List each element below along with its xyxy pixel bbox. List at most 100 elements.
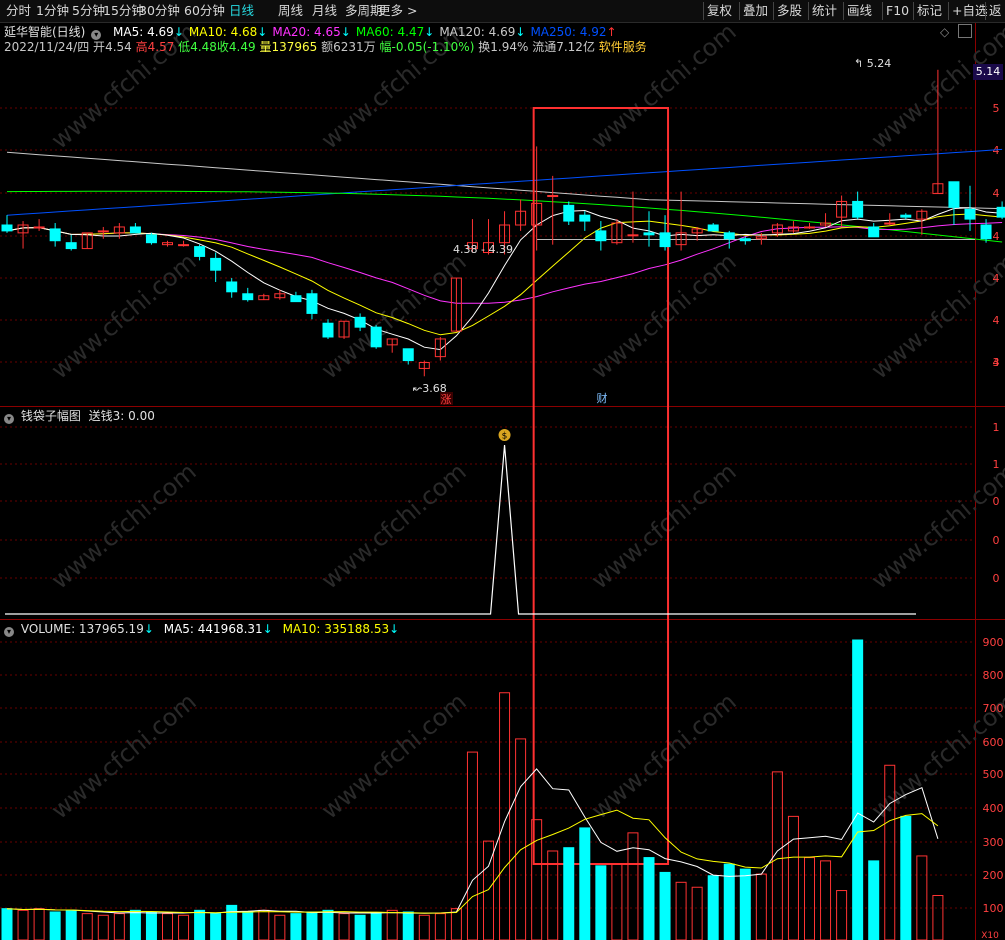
volume-bar bbox=[1, 908, 13, 940]
watermark-text: www.cfchi.com bbox=[46, 687, 202, 824]
volume-bar bbox=[595, 865, 607, 940]
period-tab-5[interactable]: 60分钟 bbox=[184, 3, 225, 19]
ma-legend-item-4: MA120: 4.69 bbox=[439, 25, 516, 39]
candle-body bbox=[1, 224, 13, 232]
info-vol: 137965 bbox=[271, 40, 318, 54]
cai-mark: 财 bbox=[597, 391, 608, 405]
gap-annotation: 4.38 - 4.39 bbox=[453, 243, 513, 256]
high-annotation: ↰ 5.24 bbox=[854, 57, 891, 70]
period-tab-6[interactable]: 日线 bbox=[229, 3, 254, 19]
volume-bar bbox=[290, 913, 302, 940]
volume-bar bbox=[434, 913, 446, 940]
volume-bar bbox=[162, 913, 173, 940]
toolbar-separator bbox=[739, 2, 740, 20]
toolbar-separator bbox=[773, 2, 774, 20]
toolbar-separator bbox=[843, 2, 844, 20]
period-tab-3[interactable]: 15分钟 bbox=[103, 3, 144, 19]
volume-bar bbox=[242, 911, 254, 940]
toolbar-button-2[interactable]: 多股 bbox=[777, 3, 802, 19]
period-tab-10[interactable]: 更多 > bbox=[378, 3, 417, 19]
toolbar-button-8[interactable]: 返 bbox=[989, 3, 1002, 19]
toolbar-button-7[interactable]: +自选 bbox=[952, 3, 987, 19]
toolbar-button-3[interactable]: 统计 bbox=[812, 3, 837, 19]
volume-label[interactable]: VOLUME: 137965.19 bbox=[21, 622, 144, 636]
price-axis-label: 4 bbox=[993, 144, 1000, 157]
candle-body bbox=[306, 293, 318, 314]
info-date: 2022/11/24/四 bbox=[4, 40, 90, 54]
price-axis-label: 4 bbox=[993, 314, 1000, 327]
candle-body bbox=[547, 195, 559, 198]
period-tab-2[interactable]: 5分钟 bbox=[72, 3, 105, 19]
volume-ma5-arrow: ↓ bbox=[262, 622, 273, 636]
candle-body bbox=[964, 208, 976, 220]
indicator-title[interactable]: 钱袋子幅图 bbox=[21, 409, 81, 423]
candle-body bbox=[65, 242, 77, 250]
info-low: 4.48 bbox=[190, 40, 217, 54]
zhang-mark: 涨 bbox=[441, 393, 452, 406]
window-square-icon[interactable] bbox=[958, 24, 972, 38]
candle-body bbox=[884, 222, 896, 225]
volume-bar bbox=[643, 857, 655, 940]
price-axis-label: 4 bbox=[993, 187, 1000, 200]
candle-body bbox=[194, 246, 206, 257]
ma-legend-item-3: MA60: 4.47 bbox=[355, 25, 425, 39]
candle-body bbox=[804, 226, 815, 229]
volume-bar bbox=[258, 909, 270, 940]
stock-chart-window: www.cfchi.com www.cfchi.com www.cfchi.com w… bbox=[0, 0, 1005, 940]
period-tab-4[interactable]: 30分钟 bbox=[139, 3, 180, 19]
toolbar-button-4[interactable]: 画线 bbox=[847, 3, 872, 19]
toolbar-button-0[interactable]: 复权 bbox=[707, 3, 732, 19]
ma-legend-arrow-0: ↓ bbox=[173, 25, 184, 39]
volume-ma10: MA10: 335188.53 bbox=[282, 622, 390, 636]
toolbar-separator bbox=[948, 2, 949, 20]
info-low-label: 低 bbox=[178, 40, 191, 54]
ma-legend-arrow-1: ↓ bbox=[257, 25, 268, 39]
toolbar-button-5[interactable]: F10 bbox=[886, 3, 909, 19]
ma-legend-item-0: MA5: 4.69 bbox=[113, 25, 174, 39]
toolbar-button-6[interactable]: 标记 bbox=[917, 3, 942, 19]
volume-bar bbox=[739, 868, 751, 940]
info-chg: -0.05(-1.10%) bbox=[391, 40, 475, 54]
candle-body bbox=[402, 348, 414, 362]
toolbar-button-1[interactable]: 叠加 bbox=[743, 3, 768, 19]
volume-bar bbox=[97, 914, 109, 940]
period-tab-9[interactable]: 多周期 bbox=[345, 3, 383, 19]
indicator-header: ▾ 钱袋子幅图 送钱3: 0.00 bbox=[4, 408, 155, 424]
volume-bar bbox=[33, 908, 45, 940]
volume-bar bbox=[370, 913, 382, 940]
volume-axis-label: 100 bbox=[983, 902, 1004, 915]
candle-body bbox=[370, 326, 382, 348]
period-tab-1[interactable]: 1分钟 bbox=[36, 3, 69, 19]
indicator-axis-label: 1 bbox=[993, 458, 1000, 471]
volume-bar bbox=[916, 855, 928, 940]
period-tab-7[interactable]: 周线 bbox=[278, 3, 303, 19]
volume-bar bbox=[563, 847, 575, 940]
volume-bar bbox=[210, 913, 222, 940]
volume-bar bbox=[113, 913, 125, 940]
volume-settings-icon[interactable]: ▾ bbox=[4, 627, 14, 637]
indicator-settings-icon[interactable]: ▾ bbox=[4, 414, 14, 424]
chart-canvas[interactable]: www.cfchi.com www.cfchi.com www.cfchi.com w… bbox=[0, 0, 1005, 940]
volume-axis-label: 800 bbox=[983, 669, 1004, 682]
info-open: 4.54 bbox=[105, 40, 132, 54]
info-amt: 6231万 bbox=[333, 40, 376, 54]
watermark-text: www.cfchi.com bbox=[586, 687, 742, 824]
volume-bar bbox=[81, 913, 93, 940]
volume-bar bbox=[900, 815, 912, 940]
volume-bar bbox=[852, 639, 864, 940]
main-header-line1: 延华智能(日线) ▾ MA5: 4.69↓ MA10: 4.68↓ MA20: 4.… bbox=[4, 24, 617, 40]
info-close-label: 收 bbox=[216, 40, 229, 54]
info-sector[interactable]: 软件服务 bbox=[599, 40, 647, 54]
info-chg-label: 幅 bbox=[379, 40, 392, 54]
stock-title[interactable]: 延华智能(日线) bbox=[4, 25, 85, 39]
toolbar-separator bbox=[703, 2, 704, 20]
candle-body bbox=[354, 316, 366, 328]
toolbar-separator bbox=[985, 2, 986, 20]
candle-body bbox=[290, 295, 302, 303]
volume-bar bbox=[868, 860, 880, 940]
diamond-icon[interactable]: ◇ bbox=[940, 24, 949, 40]
watermark-text: www.cfchi.com bbox=[866, 457, 1005, 594]
candle-body bbox=[707, 224, 719, 232]
period-tab-0[interactable]: 分时 bbox=[6, 3, 31, 19]
period-tab-8[interactable]: 月线 bbox=[312, 3, 337, 19]
